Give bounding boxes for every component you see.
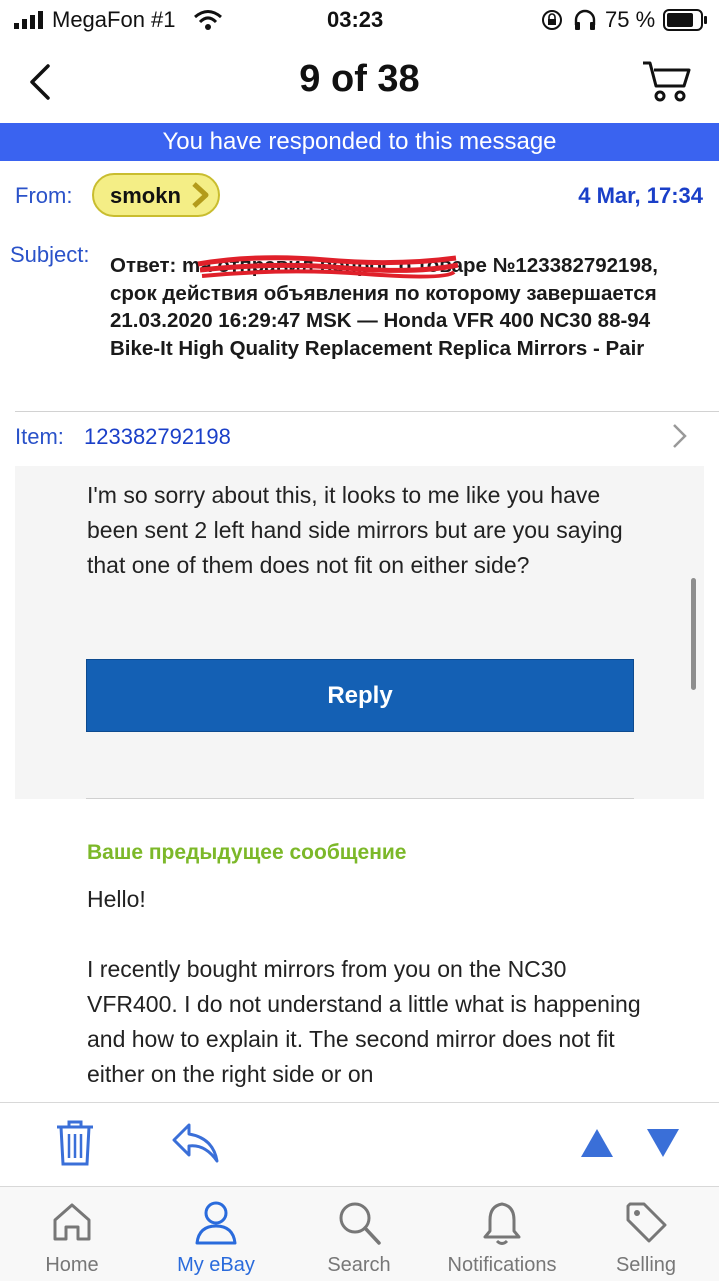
status-bar: MegaFon #1 03:23 75 % xyxy=(0,0,719,42)
tab-label: Home xyxy=(45,1254,99,1276)
message-date: 4 Mar, 17:34 xyxy=(578,183,703,208)
tab-label: Notifications xyxy=(447,1254,557,1276)
tab-label: My eBay xyxy=(177,1254,255,1276)
subject-label: Subject: xyxy=(10,242,90,267)
tab-label: Selling xyxy=(615,1254,677,1276)
next-message-arrow-icon[interactable] xyxy=(646,1127,680,1159)
previous-message-heading: Ваше предыдущее сообщение xyxy=(87,841,407,864)
scrollbar[interactable] xyxy=(691,578,696,690)
chevron-right-icon xyxy=(192,182,209,208)
chevron-right-icon[interactable] xyxy=(671,423,689,449)
home-icon xyxy=(53,1203,91,1241)
previous-message-body: I recently bought mirrors from you on th… xyxy=(87,956,641,1087)
previous-greeting: Hello! xyxy=(87,886,146,912)
divider xyxy=(15,411,719,412)
previous-message-arrow-icon[interactable] xyxy=(580,1127,614,1159)
from-label: From: xyxy=(15,183,73,208)
cart-icon[interactable] xyxy=(640,58,692,104)
item-number-link[interactable]: 123382792198 xyxy=(84,424,231,450)
responded-banner: You have responded to this message xyxy=(0,123,719,161)
reply-button[interactable]: Reply xyxy=(86,659,634,732)
wifi-icon xyxy=(194,10,222,30)
clock: 03:23 xyxy=(327,7,384,32)
redaction-scribble xyxy=(197,255,459,279)
item-label: Item: xyxy=(15,424,64,449)
headphones-icon xyxy=(574,9,596,30)
tab-my-ebay[interactable]: My eBay xyxy=(146,1186,286,1280)
tab-search[interactable]: Search xyxy=(289,1186,429,1280)
battery-percent: 75 % xyxy=(605,7,656,32)
tag-icon xyxy=(626,1202,667,1243)
tab-label: Search xyxy=(327,1254,391,1276)
battery-icon xyxy=(663,9,707,31)
bell-icon xyxy=(483,1202,521,1245)
tab-home[interactable]: Home xyxy=(2,1186,142,1280)
sender-name[interactable]: smokn xyxy=(110,183,181,209)
tab-selling[interactable]: Selling xyxy=(576,1186,716,1280)
page-title: 9 of 38 xyxy=(299,58,420,100)
trash-icon[interactable] xyxy=(54,1119,96,1167)
search-icon xyxy=(339,1202,381,1245)
signal-icon xyxy=(14,11,43,29)
orientation-lock-icon xyxy=(542,10,562,30)
person-icon xyxy=(195,1201,237,1245)
carrier-name: MegaFon #1 xyxy=(52,7,176,32)
message-body: I'm so sorry about this, it looks to me … xyxy=(87,482,623,578)
tab-notifications[interactable]: Notifications xyxy=(432,1186,572,1280)
divider xyxy=(86,798,634,799)
reply-arrow-icon[interactable] xyxy=(171,1121,221,1165)
